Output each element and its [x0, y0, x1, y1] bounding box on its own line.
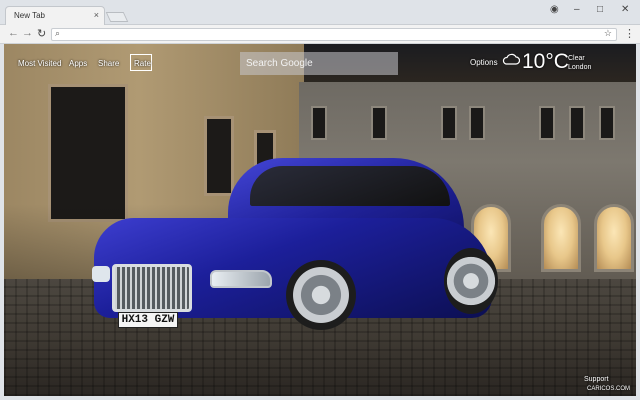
car-wheel — [286, 260, 356, 330]
weather-temperature: 10°C — [522, 50, 569, 73]
cloud-icon — [502, 53, 520, 65]
building-window — [599, 106, 615, 140]
car-window — [250, 166, 450, 206]
support-link[interactable]: Support — [584, 376, 609, 383]
options-link[interactable]: Options — [470, 58, 498, 67]
building-window — [441, 106, 457, 140]
building-window — [371, 106, 387, 140]
address-bar[interactable]: ⌕ ☆ — [51, 28, 617, 41]
menu-icon[interactable]: ⋮ — [624, 27, 635, 40]
minimize-icon[interactable]: – — [574, 4, 580, 15]
search-box[interactable] — [240, 52, 398, 75]
lit-archway — [541, 204, 581, 272]
back-icon[interactable]: ← — [8, 27, 19, 39]
site-credit: CARICOS.COM — [587, 386, 631, 392]
nav-most-visited[interactable]: Most Visited — [18, 59, 61, 68]
search-icon: ⌕ — [55, 28, 61, 38]
nav-apps[interactable]: Apps — [69, 59, 87, 68]
nav-rate[interactable]: Rate — [134, 59, 151, 68]
new-tab-button[interactable] — [105, 12, 129, 22]
lit-archway — [594, 204, 634, 272]
browser-toolbar: ← → ↻ ⌕ ☆ ⋮ — [0, 25, 640, 44]
nav-share[interactable]: Share — [98, 59, 119, 68]
car-image: HX13 GZW — [90, 154, 498, 330]
building-window — [311, 106, 327, 140]
weather-location: London — [568, 64, 592, 71]
building-window — [569, 106, 585, 140]
maximize-icon[interactable]: □ — [597, 4, 603, 15]
bookmark-star-icon[interactable]: ☆ — [604, 28, 612, 39]
browser-tab[interactable]: New Tab × — [5, 6, 105, 25]
weather-condition: Clear — [568, 55, 585, 62]
window-close-icon[interactable]: ✕ — [621, 4, 629, 15]
car-headlight — [92, 266, 110, 282]
car-wheel — [444, 248, 498, 314]
building-window — [469, 106, 485, 140]
car-headlight — [210, 270, 272, 288]
profile-icon[interactable]: ◉ — [550, 4, 559, 15]
browser-titlebar: New Tab × ◉ – □ ✕ — [0, 0, 640, 25]
new-tab-page: HX13 GZW Most Visited Apps Share Rate Op… — [4, 44, 636, 396]
search-input[interactable] — [240, 52, 398, 75]
forward-icon[interactable]: → — [22, 27, 33, 39]
reload-icon[interactable]: ↻ — [37, 27, 46, 40]
tab-close-icon[interactable]: × — [94, 10, 99, 20]
license-plate: HX13 GZW — [118, 312, 178, 328]
weather-info: Clear London — [568, 54, 591, 72]
car-grille — [112, 264, 192, 312]
building-window — [539, 106, 555, 140]
tab-title: New Tab — [14, 11, 45, 20]
